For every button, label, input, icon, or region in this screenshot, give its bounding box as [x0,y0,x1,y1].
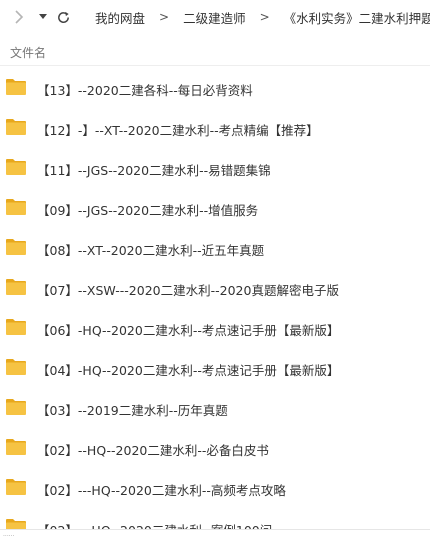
file-name: 【02】---HQ--2020二建水利--高频考点攻略 [37,483,286,498]
list-item[interactable]: 【02】--HQ--2020二建水利--必备白皮书 [0,428,430,468]
status-text: ······ [3,533,15,540]
folder-icon [5,358,27,376]
folder-icon [5,478,27,496]
list-item[interactable]: 【11】--JGS--2020二建水利--易错题集锦 [0,148,430,188]
breadcrumb-item[interactable]: 我的网盘 [89,8,151,27]
list-item[interactable]: 【06】-HQ--2020二建水利--考点速记手册【最新版】 [0,308,430,348]
list-item[interactable]: 【02】---HQ--2020二建水利--案例100问 [0,508,430,530]
column-header: 文件名 [0,36,430,66]
list-item[interactable]: 【09】--JGS--2020二建水利--增值服务 [0,188,430,228]
folder-icon [5,278,27,296]
file-name: 【08】--XT--2020二建水利--近五年真题 [37,243,265,258]
file-name: 【07】--XSW---2020二建水利--2020真题解密电子版 [37,283,339,298]
file-name: 【06】-HQ--2020二建水利--考点速记手册【最新版】 [37,323,340,338]
list-item[interactable]: 【02】---HQ--2020二建水利--高频考点攻略 [0,468,430,508]
folder-icon [5,398,27,416]
folder-icon [5,158,27,176]
folder-icon [5,118,27,136]
folder-icon [5,438,27,456]
breadcrumb-separator-icon: > [159,10,170,24]
folder-icon [5,198,27,216]
file-name: 【09】--JGS--2020二建水利--增值服务 [37,203,259,218]
status-bar: ······ [0,529,430,543]
file-name: 【13】--2020二建各科--每日必背资料 [37,83,253,98]
breadcrumb-separator-icon: > [259,10,270,24]
folder-icon [5,318,27,336]
list-item[interactable]: 【12】-】--XT--2020二建水利--考点精编【推荐】 [0,108,430,148]
breadcrumb: 我的网盘 > 二级建造师 > 《水利实务》二建水利押题 > [89,0,430,34]
file-name: 【02】--HQ--2020二建水利--必备白皮书 [37,443,269,458]
file-name: 【04】-HQ--2020二建水利--考点速记手册【最新版】 [37,363,340,378]
folder-icon [5,78,27,96]
file-list: 【13】--2020二建各科--每日必背资料【12】-】--XT--2020二建… [0,68,430,530]
list-item[interactable]: 【07】--XSW---2020二建水利--2020真题解密电子版 [0,268,430,308]
column-header-name[interactable]: 文件名 [10,44,46,61]
file-name: 【03】--2019二建水利--历年真题 [37,403,228,418]
refresh-icon[interactable] [53,7,73,27]
list-item[interactable]: 【04】-HQ--2020二建水利--考点速记手册【最新版】 [0,348,430,388]
breadcrumb-item[interactable]: 二级建造师 [177,8,252,27]
list-item[interactable]: 【03】--2019二建水利--历年真题 [0,388,430,428]
dropdown-icon[interactable] [33,7,53,27]
list-item[interactable]: 【13】--2020二建各科--每日必背资料 [0,68,430,108]
forward-icon[interactable] [9,7,29,27]
file-name: 【12】-】--XT--2020二建水利--考点精编【推荐】 [37,123,319,138]
file-name: 【11】--JGS--2020二建水利--易错题集锦 [37,163,271,178]
toolbar: 我的网盘 > 二级建造师 > 《水利实务》二建水利押题 > [0,0,430,34]
breadcrumb-item[interactable]: 《水利实务》二建水利押题 [278,8,430,27]
list-item[interactable]: 【08】--XT--2020二建水利--近五年真题 [0,228,430,268]
folder-icon [5,238,27,256]
